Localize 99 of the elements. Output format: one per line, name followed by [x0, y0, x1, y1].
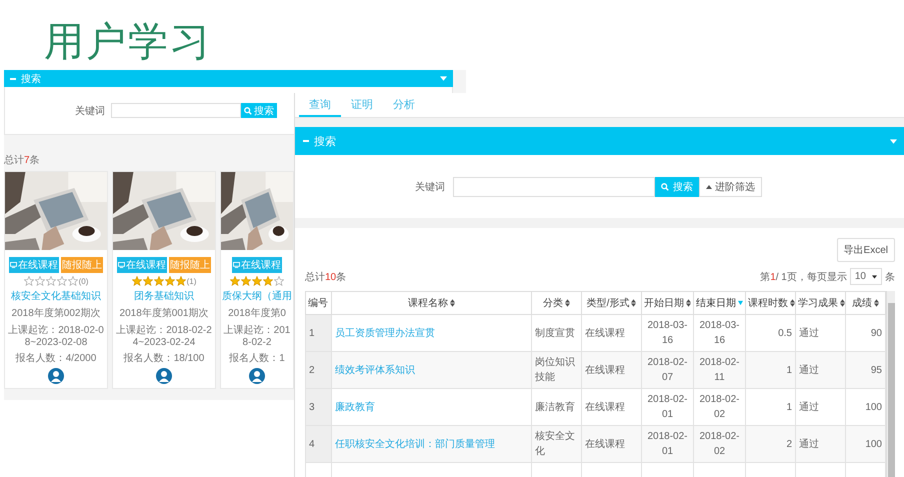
star-icon	[252, 276, 262, 286]
column-header[interactable]: 课程名称	[332, 292, 532, 314]
course-card[interactable]: 在线课程 质保大纲（通用 2018年度第0 上课起讫：2018-02-2 报名人数：1	[220, 171, 294, 389]
page-size-select[interactable]: 10	[850, 268, 882, 285]
table-cell: 通过	[796, 352, 846, 388]
enrollment-count: 报名人数：18/100	[122, 352, 206, 365]
table-cell: 在线课程	[582, 426, 642, 462]
star-icon	[176, 276, 186, 286]
column-header[interactable]: 编号	[306, 292, 332, 314]
column-header[interactable]: 成绩	[846, 292, 886, 314]
caret-icon	[706, 184, 712, 188]
table-cell: 3	[306, 388, 332, 426]
rating-count: (0)	[78, 276, 88, 286]
star-icon	[46, 276, 56, 286]
sort-icon[interactable]	[450, 299, 455, 307]
sort-icon[interactable]	[686, 299, 691, 307]
monitor-icon	[10, 262, 17, 268]
session-text: 2018年度第001期次	[118, 306, 210, 320]
sort-icon[interactable]	[631, 299, 636, 307]
course-link[interactable]: 任职核安全文化培训：部门质量管理	[332, 426, 532, 462]
enrollment-count: 报名人数：4/2000	[14, 352, 98, 365]
table-cell: 岗位知识技能	[532, 352, 582, 388]
page-info: 第1/ 1页，每页显示	[760, 270, 847, 284]
table-cell: 1	[746, 352, 796, 388]
keyword-label: 关键词	[74, 104, 106, 118]
sort-icon[interactable]	[790, 299, 795, 307]
star-icon	[142, 276, 153, 286]
monitor-icon	[233, 262, 240, 268]
sort-icon[interactable]	[565, 299, 570, 307]
star-icon	[56, 276, 67, 286]
course-period: 上课起讫：2018-02-2	[222, 324, 292, 348]
course-link[interactable]: 绩效考评体系知识	[332, 352, 532, 388]
star-icon	[164, 276, 175, 286]
star-icon	[274, 276, 284, 286]
user-icon[interactable]	[48, 368, 64, 384]
table-cell: 100	[846, 426, 886, 462]
star-icon	[154, 276, 164, 286]
table-cell: 2	[306, 352, 332, 388]
star-icon	[68, 276, 78, 286]
table-cell: 95	[846, 352, 886, 388]
advanced-filter-button[interactable]: 进阶筛选	[699, 176, 762, 196]
star-icon	[24, 276, 34, 286]
star-icon	[263, 276, 273, 286]
table-cell: 2018-02-07	[642, 352, 694, 388]
total-count: 总计7条	[4, 154, 41, 167]
tab[interactable]: 证明	[341, 93, 383, 117]
course-title[interactable]: 质保大纲（通用	[222, 289, 292, 303]
column-header[interactable]: 课程时数	[746, 292, 796, 314]
course-title[interactable]: 核安全文化基础知识	[11, 289, 101, 303]
enrollment-count: 报名人数：1	[228, 352, 286, 365]
column-header[interactable]: 类型/形式	[582, 292, 642, 314]
table-cell: 4	[306, 426, 332, 462]
column-header[interactable]: 结束日期	[694, 292, 746, 314]
keyword-field[interactable]	[111, 103, 241, 118]
course-tag: 随报随上	[61, 257, 103, 273]
table-cell: 通过	[796, 426, 846, 462]
course-tag: 在线课程	[232, 257, 282, 273]
export-button[interactable]: 导出Excel	[836, 238, 895, 262]
course-tag: 在线课程	[117, 257, 167, 273]
table-cell: 2018-02-02	[694, 426, 746, 462]
table-cell: 2018-02-11	[694, 352, 746, 388]
monitor-icon	[118, 262, 125, 268]
user-icon[interactable]	[156, 368, 172, 384]
column-header[interactable]: 开始日期	[642, 292, 694, 314]
course-card[interactable]: 在线课程 随报随上 (1) 团务基础知识 2018年度第001期次 上课起讫：2018-02-24~2023-02-24 报名人数：18/100	[112, 171, 216, 389]
star-icon	[34, 276, 45, 286]
column-header[interactable]: 分类	[532, 292, 582, 314]
column-header[interactable]: 学习成果	[796, 292, 846, 314]
session-text: 2018年度第0	[227, 306, 287, 320]
course-tag: 随报随上	[169, 257, 211, 273]
table-cell: 在线课程	[582, 352, 642, 388]
table-cell: 2018-02-01	[642, 426, 694, 462]
search-icon	[244, 106, 252, 114]
star-icon	[241, 276, 251, 286]
keyword-field[interactable]	[453, 176, 655, 196]
course-period: 上课起讫：2018-02-24~2023-02-24	[115, 324, 213, 348]
caret-icon	[872, 274, 877, 278]
star-icon	[230, 276, 240, 286]
sort-icon[interactable]	[840, 299, 845, 307]
table-cell: 1	[306, 314, 332, 352]
page-title: 用户学习	[44, 19, 212, 66]
table-cell: 2	[746, 426, 796, 462]
table-cell: 核安全文化	[532, 426, 582, 462]
course-tag: 在线课程	[9, 257, 59, 273]
course-period: 上课起讫：2018-02-08~2023-02-08	[7, 324, 105, 348]
sort-icon[interactable]	[874, 299, 879, 307]
bar-title: 搜索	[314, 134, 337, 148]
page-size-unit: 条	[885, 270, 895, 284]
course-title[interactable]: 团务基础知识	[134, 289, 194, 303]
search-icon	[661, 182, 669, 190]
total-count: 总计10条	[305, 270, 346, 284]
bar-title: 搜索	[21, 72, 42, 86]
star-icon	[132, 276, 142, 286]
rating-count: (1)	[186, 276, 196, 286]
keyword-label: 关键词	[414, 180, 446, 194]
user-icon[interactable]	[249, 368, 265, 384]
session-text: 2018年度第002期次	[10, 306, 102, 320]
course-card[interactable]: 在线课程 随报随上 (0) 核安全文化基础知识 2018年度第002期次 上课起讫：2018-02-08~2023-02-08 报名人数：4/2000	[4, 171, 108, 389]
scrollbar[interactable]	[886, 291, 895, 477]
